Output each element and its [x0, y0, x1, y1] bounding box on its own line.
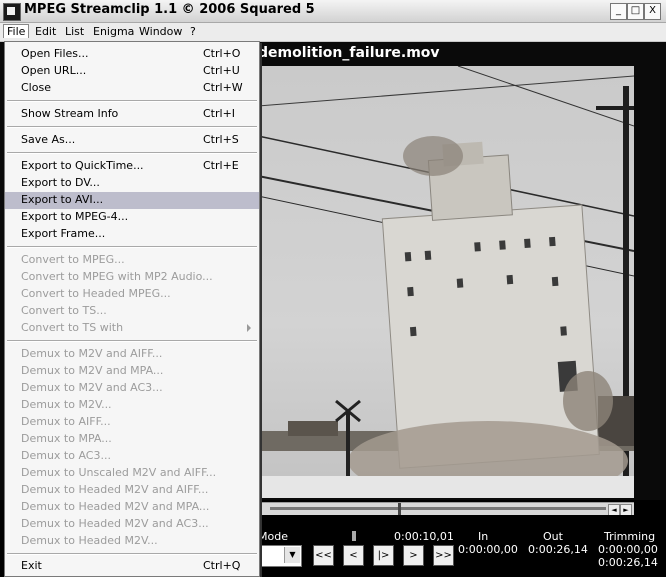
- submenu-arrow-icon: [247, 324, 251, 332]
- menu-item-demux: Demux to M2V and AC3...: [21, 381, 163, 394]
- chevron-down-icon[interactable]: ▼: [284, 547, 300, 563]
- playhead-handle[interactable]: [397, 503, 401, 515]
- menu-separator: [7, 340, 257, 342]
- window-title: MPEG Streamclip 1.1 © 2006 Squared 5: [24, 2, 315, 17]
- menu-item-demux: Demux to Headed M2V and AC3...: [21, 517, 209, 530]
- out-value: 0:00:26,14: [528, 543, 588, 556]
- menu-item-convert-ts: Convert to TS...: [21, 304, 107, 317]
- file-name: demolition_failure.mov: [258, 45, 440, 61]
- menu-item-convert-mpeg-mp2: Convert to MPEG with MP2 Audio...: [21, 270, 213, 283]
- menu-item-export-quicktime[interactable]: Export to QuickTime... Ctrl+E: [5, 158, 259, 175]
- play-button[interactable]: |>: [373, 545, 394, 566]
- trimming-value-end: 0:00:26,14: [598, 556, 658, 569]
- video-frame[interactable]: [258, 66, 634, 498]
- menu-separator: [7, 126, 257, 128]
- title-bar: MPEG Streamclip 1.1 © 2006 Squared 5 _ □…: [0, 0, 666, 23]
- timeline-scrubber[interactable]: ◄ ►: [258, 502, 634, 516]
- menu-item-save-as[interactable]: Save As... Ctrl+S: [5, 132, 259, 149]
- timeline-track[interactable]: [270, 507, 606, 510]
- mode-label: Mode: [258, 530, 288, 543]
- in-label: In: [478, 530, 489, 543]
- menu-list[interactable]: List: [61, 24, 88, 39]
- menu-item-show-stream-info[interactable]: Show Stream Info Ctrl+I: [5, 106, 259, 123]
- fast-forward-button[interactable]: >>: [433, 545, 454, 566]
- menu-item-export-dv[interactable]: Export to DV...: [5, 175, 259, 192]
- menu-item-demux: Demux to Unscaled M2V and AIFF...: [21, 466, 217, 479]
- close-button[interactable]: X: [644, 3, 661, 20]
- menu-item-demux: Demux to MPA...: [21, 432, 112, 445]
- menu-item-close[interactable]: Close Ctrl+W: [5, 80, 259, 97]
- video-frame-image: [258, 66, 634, 498]
- menu-item-open-files[interactable]: Open Files... Ctrl+O: [5, 46, 259, 63]
- menu-window[interactable]: Window: [135, 24, 186, 39]
- menu-item-demux: Demux to AC3...: [21, 449, 111, 462]
- menu-enigma[interactable]: Enigma: [89, 24, 138, 39]
- current-time: 0:00:10,01: [394, 530, 454, 543]
- file-menu-dropdown: Open Files... Ctrl+O Open URL... Ctrl+U Cl…: [4, 41, 260, 577]
- menu-item-convert-mpeg: Convert to MPEG...: [21, 253, 125, 266]
- menu-item-demux: Demux to M2V...: [21, 398, 112, 411]
- menu-item-demux: Demux to Headed M2V and MPA...: [21, 500, 210, 513]
- position-marker: [352, 531, 356, 541]
- menu-bar: File Edit List Enigma Window ?: [0, 23, 666, 42]
- out-label: Out: [543, 530, 563, 543]
- trimming-value-start: 0:00:00,00: [598, 543, 658, 556]
- menu-item-convert-headed-mpeg: Convert to Headed MPEG...: [21, 287, 171, 300]
- mode-select[interactable]: ▼: [258, 545, 302, 567]
- menu-item-demux: Demux to Headed M2V...: [21, 534, 158, 547]
- app-icon: [3, 3, 21, 21]
- menu-item-export-frame[interactable]: Export Frame...: [5, 226, 259, 243]
- menu-item-demux: Demux to M2V and AIFF...: [21, 347, 163, 360]
- menu-item-demux: Demux to Headed M2V and AIFF...: [21, 483, 209, 496]
- step-back-button[interactable]: <: [343, 545, 364, 566]
- menu-help[interactable]: ?: [186, 24, 200, 39]
- menu-separator: [7, 553, 257, 555]
- menu-separator: [7, 152, 257, 154]
- menu-item-convert-ts-with: Convert to TS with: [5, 320, 259, 337]
- maximize-button[interactable]: □: [627, 3, 644, 20]
- menu-item-export-avi[interactable]: Export to AVI...: [5, 192, 259, 209]
- menu-separator: [7, 100, 257, 102]
- rewind-button[interactable]: <<: [313, 545, 334, 566]
- minimize-button[interactable]: _: [610, 3, 627, 20]
- menu-item-demux: Demux to AIFF...: [21, 415, 111, 428]
- in-value: 0:00:00,00: [458, 543, 518, 556]
- menu-file[interactable]: File: [3, 24, 30, 38]
- trimming-label: Trimming: [604, 530, 656, 543]
- menu-separator: [7, 246, 257, 248]
- step-forward-button[interactable]: >: [403, 545, 424, 566]
- menu-edit[interactable]: Edit: [31, 24, 60, 39]
- menu-item-exit[interactable]: Exit Ctrl+Q: [5, 558, 259, 575]
- menu-item-export-mpeg4[interactable]: Export to MPEG-4...: [5, 209, 259, 226]
- menu-item-open-url[interactable]: Open URL... Ctrl+U: [5, 63, 259, 80]
- menu-item-demux: Demux to M2V and MPA...: [21, 364, 164, 377]
